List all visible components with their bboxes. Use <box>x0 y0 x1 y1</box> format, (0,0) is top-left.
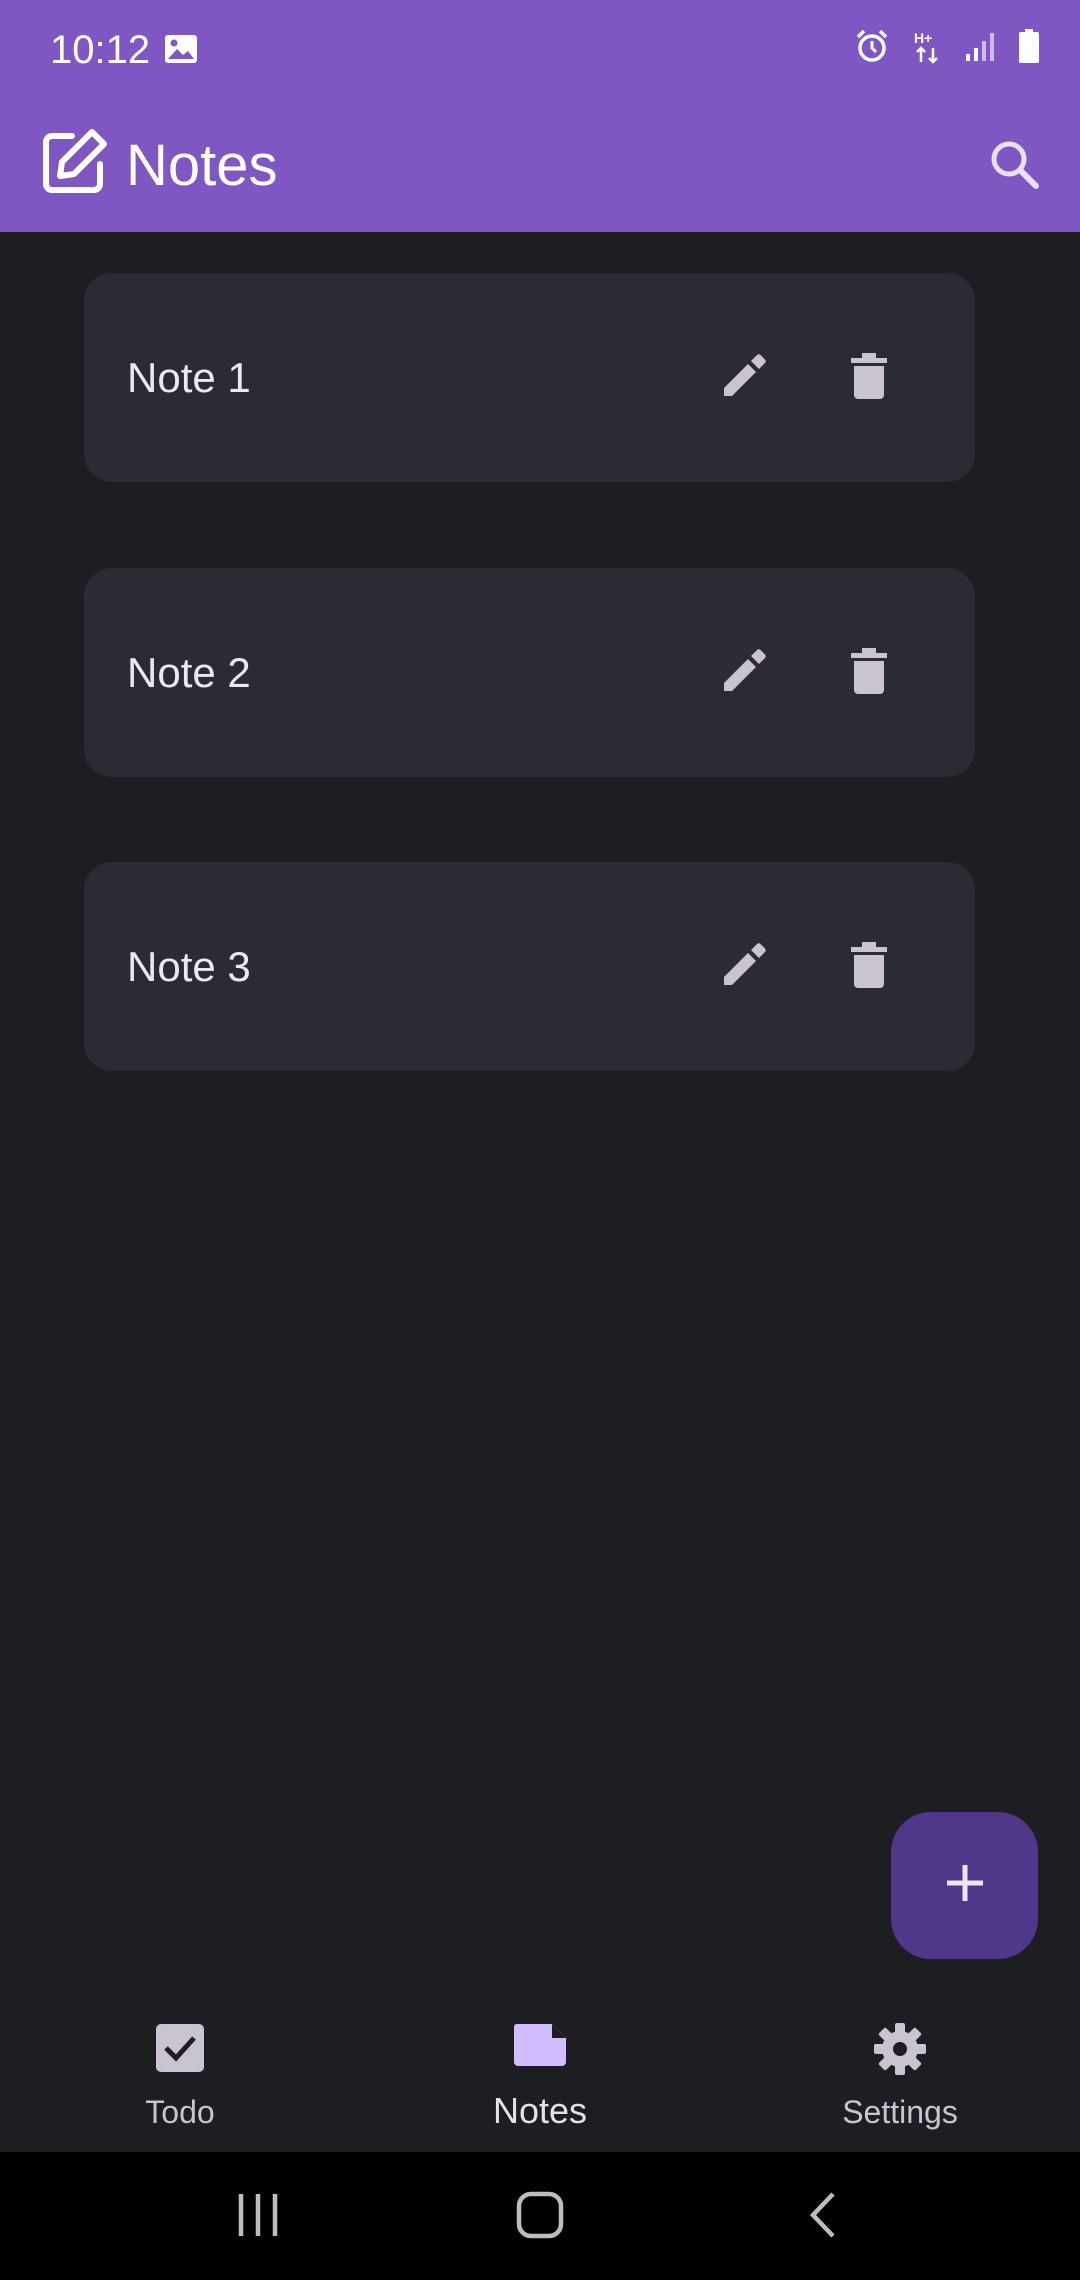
delete-note-button[interactable] <box>829 927 909 1007</box>
recent-apps-icon <box>235 2192 281 2243</box>
app-bar: Notes <box>0 100 1080 232</box>
search-icon <box>988 138 1040 195</box>
note-icon <box>512 2022 568 2078</box>
edit-square-icon <box>40 128 108 201</box>
plus-icon <box>943 1861 987 1910</box>
add-note-button[interactable] <box>891 1812 1038 1959</box>
nav-label-notes: Notes <box>492 2090 588 2131</box>
delete-note-button[interactable] <box>829 338 909 418</box>
home-icon <box>515 2190 565 2245</box>
checkbox-icon <box>154 2022 206 2078</box>
delete-note-button[interactable] <box>829 633 909 713</box>
data-transfer-icon: H+ <box>912 28 942 69</box>
search-button[interactable] <box>978 130 1050 202</box>
note-card[interactable]: Note 3 <box>84 862 975 1071</box>
home-button[interactable] <box>500 2182 580 2252</box>
trash-icon <box>847 939 891 996</box>
signal-icon <box>964 30 996 67</box>
app-title: Notes <box>126 133 278 198</box>
battery-icon <box>1018 28 1040 69</box>
edit-note-button[interactable] <box>704 927 784 1007</box>
recent-apps-button[interactable] <box>218 2182 298 2252</box>
trash-icon <box>847 350 891 407</box>
status-time: 10:12 <box>50 28 151 72</box>
nav-label-settings: Settings <box>842 2094 958 2130</box>
note-title: Note 1 <box>127 354 251 401</box>
back-icon <box>805 2190 839 2245</box>
trash-icon <box>847 645 891 702</box>
system-navigation-bar <box>0 2152 1080 2280</box>
pencil-icon <box>718 350 770 407</box>
back-button[interactable] <box>782 2182 862 2252</box>
note-card[interactable]: Note 2 <box>84 568 975 777</box>
status-bar: 10:12 H+ <box>0 0 1080 100</box>
nav-label-todo: Todo <box>145 2094 215 2130</box>
image-icon <box>164 34 198 69</box>
pencil-icon <box>718 939 770 996</box>
edit-note-button[interactable] <box>704 633 784 713</box>
bottom-navigation: Todo Notes Settings <box>0 2000 1080 2152</box>
nav-item-notes[interactable]: Notes <box>390 2000 690 2152</box>
svg-text:H+: H+ <box>914 30 932 46</box>
pencil-icon <box>718 645 770 702</box>
nav-item-settings[interactable]: Settings <box>750 2000 1050 2152</box>
edit-note-button[interactable] <box>704 338 784 418</box>
note-title: Note 3 <box>127 943 251 990</box>
gear-icon <box>873 2022 927 2078</box>
note-card[interactable]: Note 1 <box>84 273 975 482</box>
nav-item-todo[interactable]: Todo <box>30 2000 330 2152</box>
alarm-icon <box>854 28 890 69</box>
note-title: Note 2 <box>127 649 251 696</box>
